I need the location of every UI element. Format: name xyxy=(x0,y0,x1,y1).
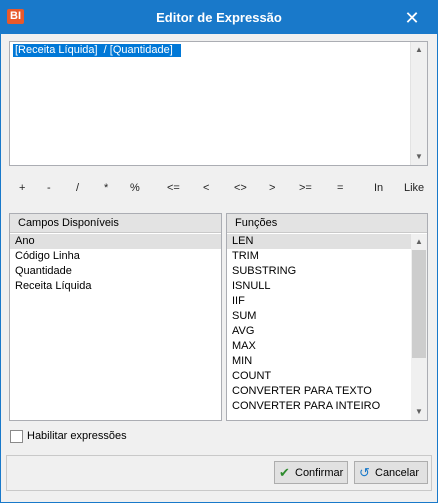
function-item[interactable]: TRIM xyxy=(227,249,411,264)
function-item[interactable]: SUM xyxy=(227,309,411,324)
expression-editor-window: BI Editor de Expressão ✕ [Receita Líquid… xyxy=(0,0,438,503)
functions-panel: Funções LEN TRIM SUBSTRING ISNULL IIF SU… xyxy=(226,213,428,421)
field-item-ano[interactable]: Ano xyxy=(10,234,221,249)
operator-less-button[interactable]: < xyxy=(203,182,209,194)
function-item[interactable]: CONVERTER PARA TEXTO xyxy=(227,384,411,399)
function-item[interactable]: ISNULL xyxy=(227,279,411,294)
function-item[interactable]: AVG xyxy=(227,324,411,339)
functions-panel-header: Funções xyxy=(227,214,427,233)
expression-scrollbar[interactable]: ▲ ▼ xyxy=(410,42,427,165)
operator-equal-button[interactable]: = xyxy=(337,182,343,194)
operator-multiply-button[interactable]: * xyxy=(104,182,108,194)
operator-divide-button[interactable]: / xyxy=(76,182,79,194)
operator-like-button[interactable]: Like xyxy=(404,182,424,194)
cancel-button-label: Cancelar xyxy=(375,466,420,479)
function-item[interactable]: MAX xyxy=(227,339,411,354)
scroll-down-icon[interactable]: ▼ xyxy=(411,404,427,420)
operator-minus-button[interactable]: - xyxy=(47,182,51,194)
function-item[interactable]: MIN xyxy=(227,354,411,369)
scroll-up-icon[interactable]: ▲ xyxy=(411,234,427,250)
field-item-quantidade[interactable]: Quantidade xyxy=(10,264,221,279)
operator-toolbar: + - / * % <= < <> > >= = In Like xyxy=(1,182,437,198)
functions-scrollbar[interactable]: ▲ ▼ xyxy=(411,234,427,420)
operator-plus-button[interactable]: + xyxy=(19,182,25,194)
fields-panel-header: Campos Disponíveis xyxy=(10,214,221,233)
fields-panel: Campos Disponíveis Ano Código Linha Quan… xyxy=(9,213,222,421)
operator-greater-button[interactable]: > xyxy=(269,182,275,194)
fields-list: Ano Código Linha Quantidade Receita Líqu… xyxy=(10,234,221,420)
scroll-down-icon[interactable]: ▼ xyxy=(411,149,427,165)
undo-icon: ↺ xyxy=(359,465,370,480)
close-icon[interactable]: ✕ xyxy=(401,7,423,29)
operator-less-equal-button[interactable]: <= xyxy=(167,182,180,194)
confirm-button-label: Confirmar xyxy=(295,466,344,479)
cancel-button[interactable]: ↺ Cancelar xyxy=(354,461,428,484)
operator-greater-equal-button[interactable]: >= xyxy=(299,182,312,194)
field-item-receita-liquida[interactable]: Receita Líquida xyxy=(10,279,221,294)
function-item[interactable]: LEN xyxy=(227,234,411,249)
field-item-codigo-linha[interactable]: Código Linha xyxy=(10,249,221,264)
function-item[interactable]: COUNT xyxy=(227,369,411,384)
function-item[interactable]: SUBSTRING xyxy=(227,264,411,279)
window-title: Editor de Expressão xyxy=(156,10,282,25)
enable-expressions-checkbox[interactable] xyxy=(10,430,23,443)
function-item[interactable]: CONVERTER PARA INTEIRO xyxy=(227,399,411,414)
checkmark-icon: ✔ xyxy=(279,465,290,480)
scrollbar-thumb[interactable] xyxy=(412,250,426,358)
operator-in-button[interactable]: In xyxy=(374,182,383,194)
functions-list: LEN TRIM SUBSTRING ISNULL IIF SUM AVG MA… xyxy=(227,234,411,420)
title-bar[interactable]: BI Editor de Expressão ✕ xyxy=(1,1,437,34)
operator-modulo-button[interactable]: % xyxy=(130,182,140,194)
expression-text: [Receita Líquida] / [Quantidade] xyxy=(13,44,181,57)
enable-expressions-label: Habilitar expressões xyxy=(27,430,127,442)
dialog-footer: ✔ Confirmar ↺ Cancelar xyxy=(6,455,432,491)
expression-textarea[interactable]: [Receita Líquida] / [Quantidade] ▲ ▼ xyxy=(9,41,428,166)
confirm-button[interactable]: ✔ Confirmar xyxy=(274,461,348,484)
function-item[interactable]: IIF xyxy=(227,294,411,309)
scroll-up-icon[interactable]: ▲ xyxy=(411,42,427,58)
operator-not-equal-button[interactable]: <> xyxy=(234,182,247,194)
